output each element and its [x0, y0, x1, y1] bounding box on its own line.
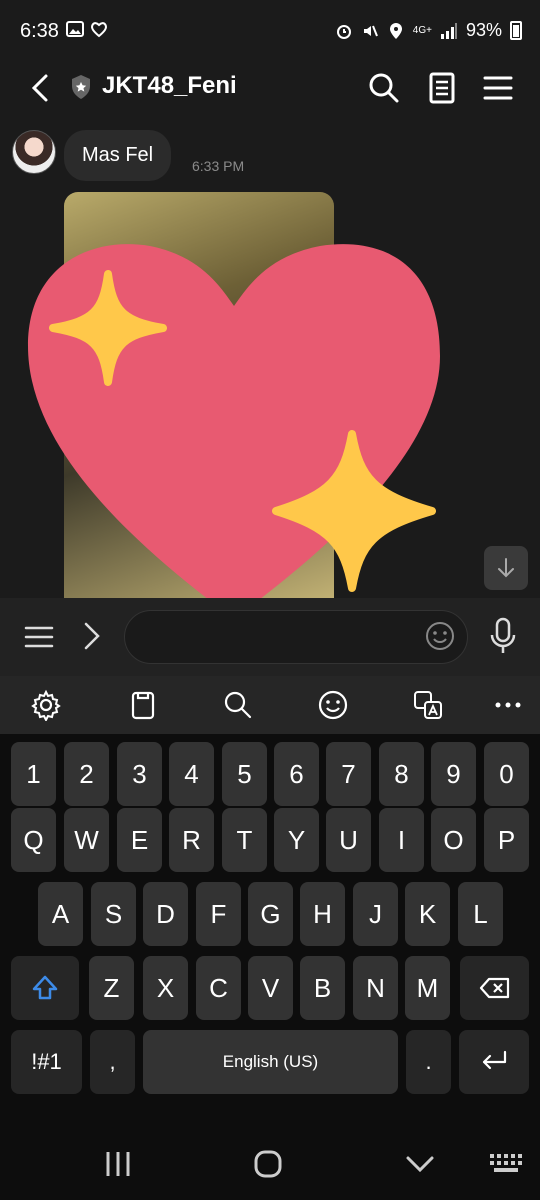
- official-account-icon: [72, 75, 90, 99]
- key-s[interactable]: S: [91, 882, 136, 946]
- alarm-icon: [336, 24, 351, 39]
- scroll-to-bottom-button[interactable]: [484, 546, 528, 590]
- key-h[interactable]: H: [300, 882, 345, 946]
- key-9[interactable]: 9: [431, 742, 476, 806]
- keyboard-switch-icon[interactable]: [486, 1144, 526, 1184]
- key-d[interactable]: D: [143, 882, 188, 946]
- notes-icon[interactable]: [422, 68, 462, 108]
- chat-title: JKT48_Feni: [102, 72, 237, 99]
- shift-key[interactable]: [11, 956, 79, 1020]
- key-r[interactable]: R: [169, 808, 214, 872]
- key-l[interactable]: L: [458, 882, 503, 946]
- arrow-down-icon: [498, 558, 514, 578]
- key-j[interactable]: J: [353, 882, 398, 946]
- key-f[interactable]: F: [196, 882, 241, 946]
- key-o[interactable]: O: [431, 808, 476, 872]
- key-p[interactable]: P: [484, 808, 529, 872]
- sparkling-heart-sticker[interactable]: [0, 116, 540, 598]
- key-b[interactable]: B: [300, 956, 345, 1020]
- enter-key[interactable]: [459, 1030, 529, 1094]
- more-options-icon[interactable]: [492, 689, 524, 721]
- translate-icon[interactable]: [412, 689, 444, 721]
- key-x[interactable]: X: [143, 956, 188, 1020]
- key-0[interactable]: 0: [484, 742, 529, 806]
- key-u[interactable]: U: [326, 808, 371, 872]
- chat-area[interactable]: Mas Fel 6:33 PM: [0, 116, 540, 598]
- menu-icon[interactable]: [478, 68, 518, 108]
- recents-icon[interactable]: [98, 1144, 138, 1184]
- microphone-icon[interactable]: [488, 616, 518, 656]
- backspace-icon: [479, 977, 509, 999]
- gallery-icon: [66, 21, 84, 37]
- key-k[interactable]: K: [405, 882, 450, 946]
- attach-menu-icon[interactable]: [24, 622, 54, 652]
- status-time: 6:38: [20, 20, 59, 42]
- key-8[interactable]: 8: [379, 742, 424, 806]
- key-e[interactable]: E: [117, 808, 162, 872]
- keyboard-toolbar: [0, 676, 540, 734]
- key-w[interactable]: W: [64, 808, 109, 872]
- backspace-key[interactable]: [460, 956, 529, 1020]
- key-t[interactable]: T: [222, 808, 267, 872]
- key-n[interactable]: N: [353, 956, 398, 1020]
- key-z[interactable]: Z: [89, 956, 134, 1020]
- status-bar: 6:38 4G+ 93%: [0, 0, 540, 60]
- comma-key[interactable]: ,: [90, 1030, 135, 1094]
- expand-chevron-icon[interactable]: [80, 620, 104, 652]
- key-v[interactable]: V: [248, 956, 293, 1020]
- key-c[interactable]: C: [196, 956, 241, 1020]
- keyboard: 1 2 3 4 5 6 7 8 9 0 Q W E R T Y U I O P …: [0, 734, 540, 1120]
- key-g[interactable]: G: [248, 882, 293, 946]
- enter-arrow-icon: [482, 1050, 507, 1070]
- emoji-icon[interactable]: [317, 689, 349, 721]
- settings-gear-icon[interactable]: [30, 689, 62, 721]
- location-icon: [389, 22, 402, 39]
- battery-percent: 93%: [465, 20, 502, 40]
- key-1[interactable]: 1: [11, 742, 56, 806]
- message-input-bar: [0, 598, 540, 676]
- clipboard-icon[interactable]: [127, 689, 159, 721]
- app-header: JKT48_Feni: [0, 60, 540, 116]
- space-bar[interactable]: English (US): [143, 1030, 398, 1094]
- key-4[interactable]: 4: [169, 742, 214, 806]
- key-m[interactable]: M: [405, 956, 450, 1020]
- key-y[interactable]: Y: [274, 808, 319, 872]
- search-icon[interactable]: [222, 689, 254, 721]
- key-7[interactable]: 7: [326, 742, 371, 806]
- key-5[interactable]: 5: [222, 742, 267, 806]
- message-input[interactable]: [124, 610, 468, 664]
- key-a[interactable]: A: [38, 882, 83, 946]
- emoji-icon[interactable]: [424, 620, 456, 652]
- search-icon[interactable]: [364, 68, 404, 108]
- system-nav-bar: [0, 1120, 540, 1200]
- signal-icon: [440, 22, 457, 39]
- key-i[interactable]: I: [379, 808, 424, 872]
- home-icon[interactable]: [248, 1144, 288, 1184]
- battery-icon: [510, 21, 522, 40]
- symbols-key[interactable]: !#1: [11, 1030, 82, 1094]
- hide-keyboard-chevron-icon[interactable]: [400, 1144, 440, 1184]
- key-3[interactable]: 3: [117, 742, 162, 806]
- back-arrow-icon[interactable]: [22, 70, 58, 106]
- period-key[interactable]: .: [406, 1030, 451, 1094]
- shift-arrow-icon: [32, 975, 58, 1000]
- mute-icon: [363, 25, 378, 36]
- app-notification-icon: [91, 22, 107, 38]
- key-6[interactable]: 6: [274, 742, 319, 806]
- key-q[interactable]: Q: [11, 808, 56, 872]
- key-2[interactable]: 2: [64, 742, 109, 806]
- network-type: 4G+: [412, 25, 432, 36]
